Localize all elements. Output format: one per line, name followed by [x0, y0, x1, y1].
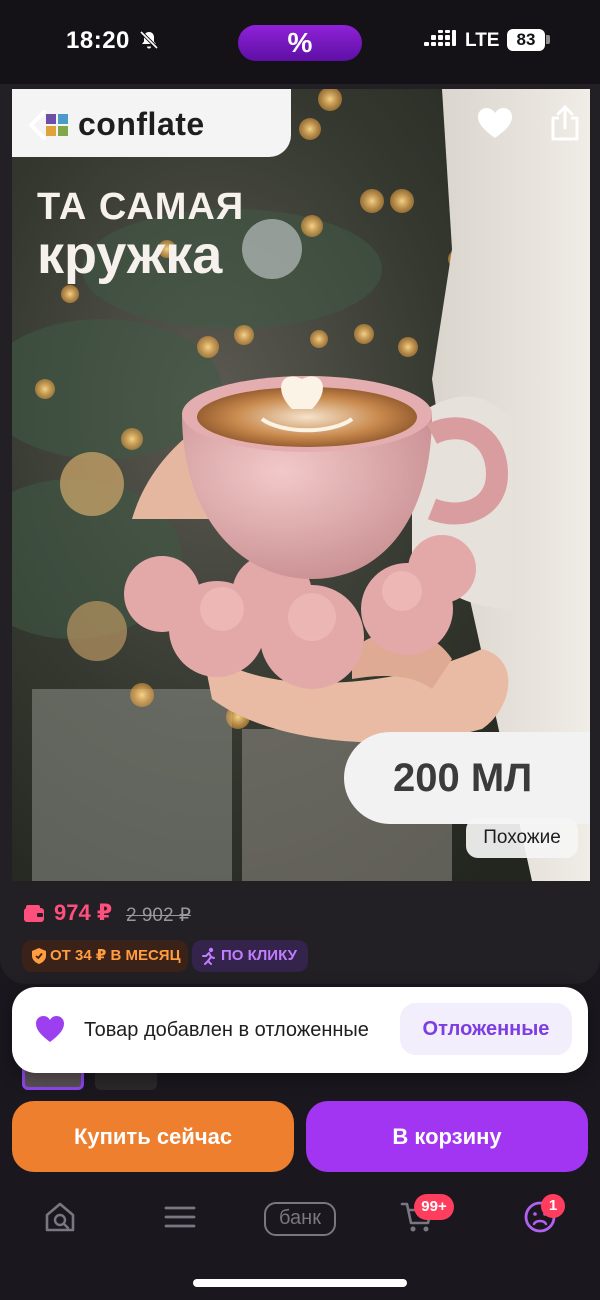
shield-icon — [32, 948, 46, 964]
battery-tip — [546, 35, 550, 44]
home-indicator[interactable] — [193, 1279, 407, 1287]
product-headline-top: ТА САМАЯ — [37, 186, 245, 228]
signal-icon — [424, 30, 456, 46]
back-icon[interactable] — [24, 107, 52, 143]
installment-badge[interactable]: ОТ 34 ₽ В МЕСЯЦ — [22, 940, 188, 972]
bell-slash-icon — [139, 30, 159, 50]
similar-products-button[interactable]: Похожие — [466, 818, 578, 858]
promo-pill[interactable]: % — [238, 25, 362, 61]
cart-count-badge: 99+ — [414, 1194, 454, 1220]
share-icon[interactable] — [548, 104, 582, 142]
price-old: 2 902 ₽ — [126, 905, 191, 926]
home-search-icon[interactable] — [42, 1199, 78, 1235]
heart-icon — [36, 1016, 64, 1042]
price-current: 974 ₽ — [54, 900, 113, 925]
toast-message: Товар добавлен в отложенные — [84, 1019, 369, 1041]
heart-icon[interactable] — [476, 106, 514, 140]
profile-notification-badge: 1 — [541, 1194, 565, 1218]
volume-badge: 200 МЛ — [344, 732, 590, 824]
brand-logo-text: conflate — [78, 106, 205, 142]
wallet-icon — [24, 905, 44, 922]
favorites-link-button[interactable]: Отложенные — [400, 1003, 572, 1055]
battery-icon: 83 — [507, 29, 545, 51]
network-label: LTE — [465, 30, 500, 51]
add-to-cart-button[interactable]: В корзину — [306, 1101, 588, 1172]
buy-now-button[interactable]: Купить сейчас — [12, 1101, 294, 1172]
bank-tab[interactable]: банк — [264, 1202, 336, 1236]
run-icon — [202, 947, 215, 965]
product-headline-main: кружка — [37, 225, 223, 285]
status-time: 18:20 — [66, 27, 130, 54]
menu-icon[interactable] — [162, 1199, 198, 1235]
